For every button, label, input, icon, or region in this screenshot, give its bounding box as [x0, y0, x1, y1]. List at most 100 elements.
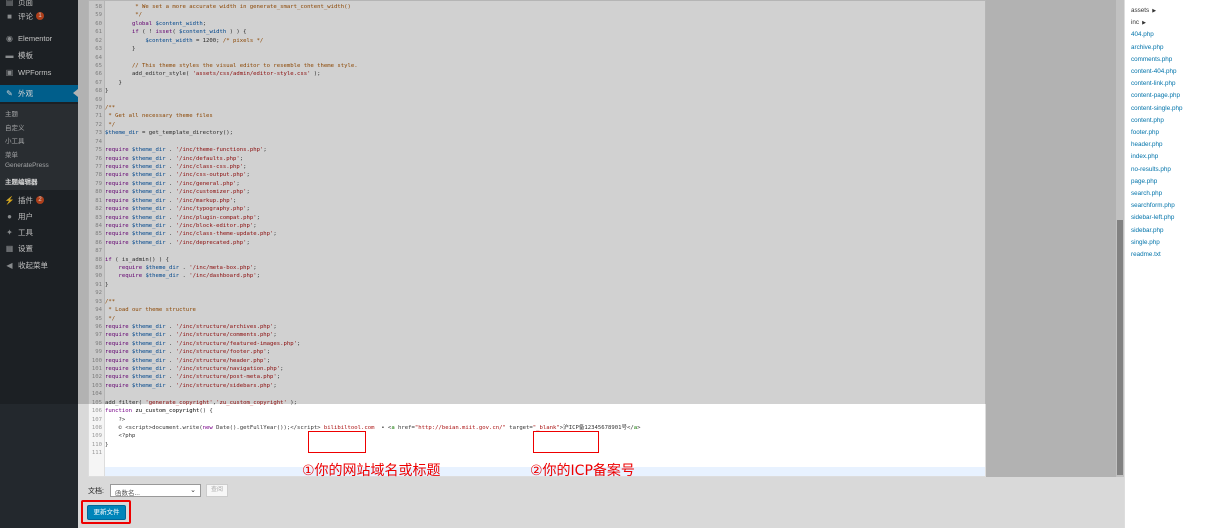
- file-item[interactable]: searchform.php: [1131, 202, 1175, 209]
- editor-scrollbar-thumb[interactable]: [1117, 220, 1123, 475]
- file-item[interactable]: comments.php: [1131, 56, 1172, 63]
- file-item[interactable]: sidebar-left.php: [1131, 214, 1174, 221]
- code-line[interactable]: 68}: [89, 87, 985, 95]
- code-line[interactable]: 71 * Get all necessary theme files: [89, 112, 985, 120]
- file-item[interactable]: content.php: [1131, 117, 1164, 124]
- submenu-item[interactable]: 菜单: [5, 149, 18, 159]
- code-line[interactable]: 77 require $theme_dir . '/inc/class-css.p…: [89, 163, 985, 171]
- code-line[interactable]: 86 require $theme_dir . '/inc/deprecated.…: [89, 239, 985, 247]
- file-item[interactable]: content-404.php: [1131, 68, 1177, 75]
- code-line[interactable]: 94 * Load our theme structure: [89, 306, 985, 314]
- brush-icon: ✎: [6, 89, 13, 98]
- code-line[interactable]: 73 $theme_dir = get_template_directory();: [89, 129, 985, 137]
- sidebar-item-wrench[interactable]: ✦ 工具: [0, 224, 78, 240]
- submenu-item[interactable]: 主题编辑器: [5, 176, 38, 186]
- code-line[interactable]: 72 */: [89, 121, 985, 129]
- sidebar-item-label: 用户: [18, 211, 33, 221]
- submenu-item[interactable]: 自定义: [5, 122, 25, 132]
- code-line[interactable]: 82 require $theme_dir . '/inc/typography.…: [89, 205, 985, 213]
- code-line[interactable]: 58 * We set a more accurate width in gen…: [89, 3, 985, 11]
- line-code: require $theme_dir . '/inc/customizer.ph…: [105, 189, 250, 196]
- file-item[interactable]: single.php: [1131, 239, 1160, 246]
- update-file-button[interactable]: 更新文件: [87, 505, 126, 520]
- file-item[interactable]: footer.php: [1131, 129, 1159, 136]
- folder-item[interactable]: inc ▶: [1131, 19, 1146, 26]
- code-line[interactable]: 63 }: [89, 45, 985, 53]
- line-number: 82: [95, 206, 102, 213]
- domain-annotation: ①你的网站域名或标题: [302, 463, 441, 479]
- code-line[interactable]: 91}: [89, 281, 985, 289]
- code-line[interactable]: 89 require $theme_dir . '/inc/meta-box.p…: [89, 264, 985, 272]
- file-item[interactable]: content-link.php: [1131, 80, 1175, 87]
- code-line[interactable]: 70/**: [89, 104, 985, 112]
- code-line[interactable]: 76 require $theme_dir . '/inc/defaults.ph…: [89, 155, 985, 163]
- sidebar-item-plugin[interactable]: ⚡ 插件 2: [0, 192, 78, 208]
- code-line[interactable]: 65 // This theme styles the visual edito…: [89, 62, 985, 70]
- file-item[interactable]: search.php: [1131, 190, 1162, 197]
- code-line[interactable]: 92: [89, 289, 985, 297]
- code-line[interactable]: 102 require $theme_dir . '/inc/structure/…: [89, 373, 985, 381]
- submenu-item[interactable]: 主题: [5, 108, 18, 118]
- code-line[interactable]: 60 global $content_width;: [89, 20, 985, 28]
- code-line[interactable]: 105 add_filter( 'generate_copyright','zu_…: [89, 399, 985, 407]
- code-line[interactable]: 93/**: [89, 298, 985, 306]
- submenu-item[interactable]: GeneratePress: [5, 162, 49, 169]
- code-line[interactable]: 79 require $theme_dir . '/inc/general.php…: [89, 180, 985, 188]
- sidebar-item-form[interactable]: ▣ WPForms: [0, 64, 78, 80]
- code-line[interactable]: 66 add_editor_style( 'assets/css/admin/e…: [89, 70, 985, 78]
- code-line[interactable]: 75 require $theme_dir . '/inc/theme-funct…: [89, 146, 985, 154]
- code-line[interactable]: 101 require $theme_dir . '/inc/structure/…: [89, 365, 985, 373]
- file-item[interactable]: page.php: [1131, 178, 1157, 185]
- sidebar-item-elementor[interactable]: ◉ Elementor: [0, 30, 78, 46]
- code-line[interactable]: 84 require $theme_dir . '/inc/block-edito…: [89, 222, 985, 230]
- file-item[interactable]: content-single.php: [1131, 105, 1182, 112]
- code-line[interactable]: 74: [89, 138, 985, 146]
- file-item[interactable]: sidebar.php: [1131, 227, 1164, 234]
- code-line[interactable]: 97 require $theme_dir . '/inc/structure/c…: [89, 331, 985, 339]
- sidebar-item-settings[interactable]: ▦ 设置: [0, 240, 78, 256]
- code-line[interactable]: 78 require $theme_dir . '/inc/css-output.…: [89, 171, 985, 179]
- sidebar-item-brush[interactable]: ✎ 外观: [0, 85, 78, 102]
- line-number: 67: [95, 79, 102, 86]
- code-line[interactable]: 59 */: [89, 11, 985, 19]
- code-line[interactable]: 67 }: [89, 79, 985, 87]
- code-line[interactable]: 88 if ( is_admin() ) {: [89, 256, 985, 264]
- code-line[interactable]: 100 require $theme_dir . '/inc/structure/…: [89, 357, 985, 365]
- code-line[interactable]: 64: [89, 54, 985, 62]
- code-line[interactable]: 80 require $theme_dir . '/inc/customizer.…: [89, 188, 985, 196]
- submenu-item[interactable]: 小工具: [5, 135, 25, 145]
- file-item[interactable]: readme.txt: [1131, 251, 1161, 258]
- file-item[interactable]: no-results.php: [1131, 166, 1171, 173]
- code-line[interactable]: 107 ?>: [89, 416, 985, 424]
- code-line[interactable]: 104: [89, 390, 985, 398]
- code-line[interactable]: 90 require $theme_dir . '/inc/dashboard.…: [89, 272, 985, 280]
- sidebar-item-user[interactable]: ● 用户: [0, 208, 78, 224]
- lookup-button[interactable]: 查阅: [206, 484, 228, 497]
- documentation-select[interactable]: 函数名... ⌄: [110, 484, 201, 497]
- folder-item[interactable]: assets ▶: [1131, 7, 1156, 14]
- code-line[interactable]: 83 require $theme_dir . '/inc/plugin-comp…: [89, 214, 985, 222]
- code-line[interactable]: 87: [89, 247, 985, 255]
- code-line[interactable]: 61 if ( ! isset( $content_width ) ) {: [89, 28, 985, 36]
- code-line[interactable]: 98 require $theme_dir . '/inc/structure/f…: [89, 340, 985, 348]
- code-line[interactable]: 85 require $theme_dir . '/inc/class-theme…: [89, 230, 985, 238]
- code-line[interactable]: 81 require $theme_dir . '/inc/markup.php'…: [89, 197, 985, 205]
- code-line[interactable]: 103 require $theme_dir . '/inc/structure/…: [89, 382, 985, 390]
- code-line[interactable]: 99 require $theme_dir . '/inc/structure/f…: [89, 348, 985, 356]
- sidebar-item-folder[interactable]: ▬ 模板: [0, 47, 78, 63]
- code-line[interactable]: 62 $content_width = 1200; /* pixels */: [89, 37, 985, 45]
- sidebar-item-comment[interactable]: ■ 评论 1: [0, 8, 78, 24]
- line-code: require $theme_dir . '/inc/class-theme-u…: [105, 231, 277, 238]
- code-line[interactable]: 95 */: [89, 315, 985, 323]
- file-item[interactable]: archive.php: [1131, 44, 1164, 51]
- file-item[interactable]: content-page.php: [1131, 92, 1180, 99]
- file-item[interactable]: index.php: [1131, 153, 1158, 160]
- code-line[interactable]: 69: [89, 96, 985, 104]
- code-editor[interactable]: 58 * We set a more accurate width in gen…: [88, 0, 986, 477]
- notification-badge: 1: [36, 12, 44, 20]
- file-item[interactable]: 404.php: [1131, 31, 1154, 38]
- code-line[interactable]: 106 function zu_custom_copyright() {: [89, 407, 985, 415]
- file-item[interactable]: header.php: [1131, 141, 1163, 148]
- code-line[interactable]: 96 require $theme_dir . '/inc/structure/a…: [89, 323, 985, 331]
- sidebar-item-collapse[interactable]: ◀ 收起菜单: [0, 257, 78, 273]
